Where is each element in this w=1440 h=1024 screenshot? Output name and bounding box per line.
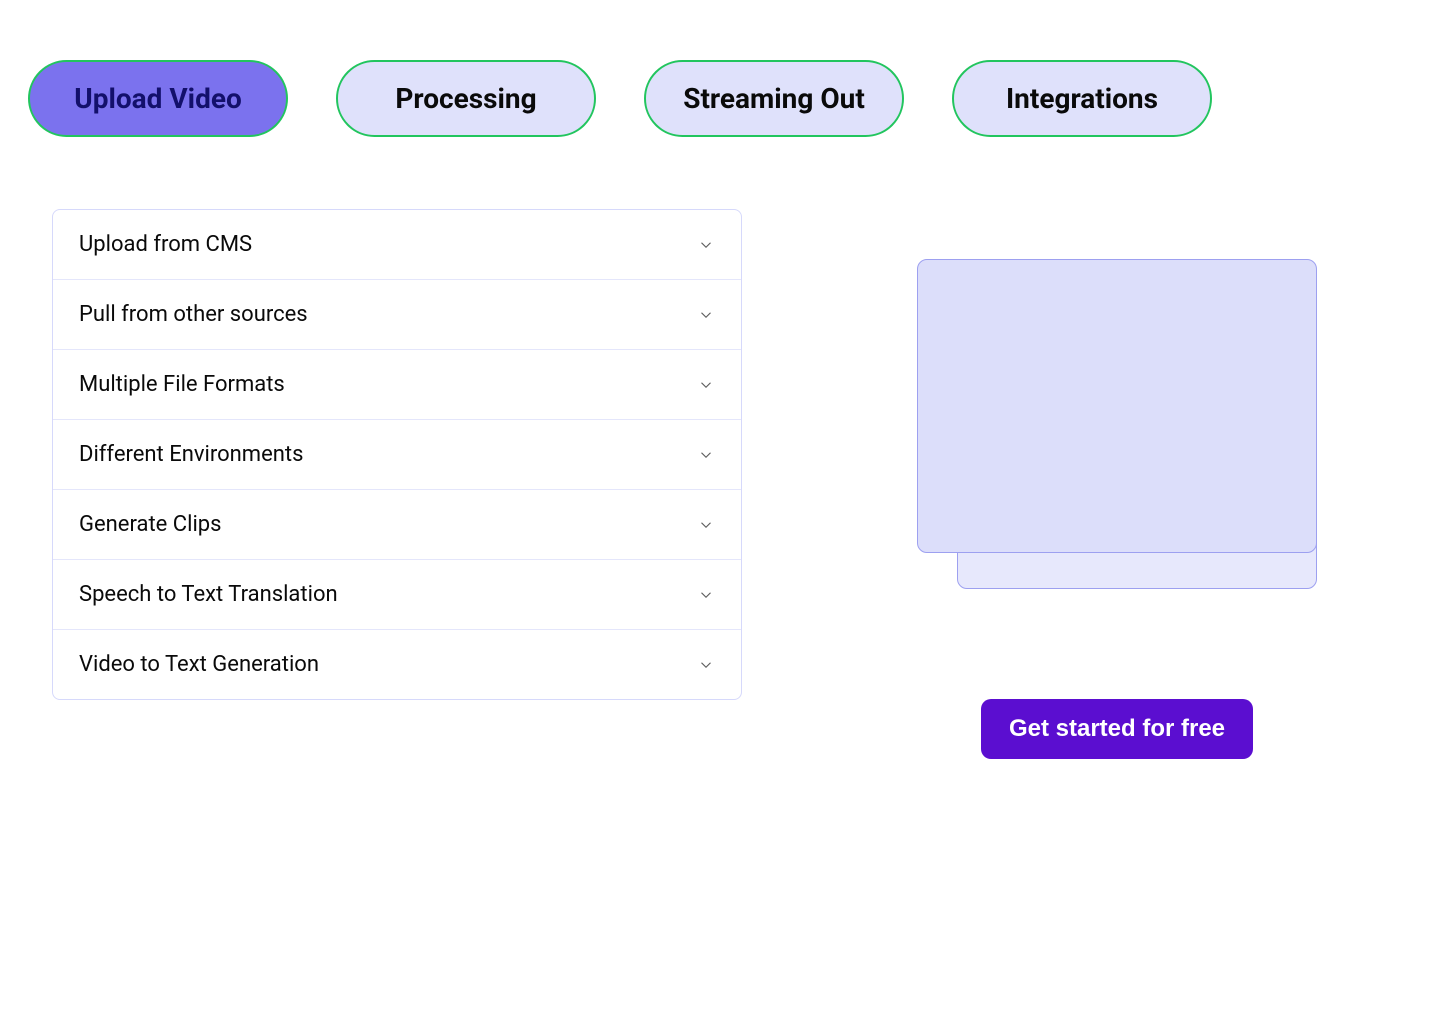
accordion-label: Video to Text Generation — [79, 652, 319, 677]
accordion-item-multiple-file-formats[interactable]: Multiple File Formats — [53, 350, 741, 420]
accordion-label: Different Environments — [79, 442, 303, 467]
get-started-button[interactable]: Get started for free — [981, 699, 1253, 759]
tab-upload-video[interactable]: Upload Video — [28, 60, 288, 137]
chevron-down-icon — [697, 306, 715, 324]
tab-processing[interactable]: Processing — [336, 60, 596, 137]
chevron-down-icon — [697, 446, 715, 464]
accordion-label: Multiple File Formats — [79, 372, 285, 397]
tab-integrations[interactable]: Integrations — [952, 60, 1212, 137]
accordion-label: Speech to Text Translation — [79, 582, 338, 607]
tab-label: Processing — [395, 82, 536, 115]
accordion-label: Upload from CMS — [79, 232, 252, 257]
accordion-label: Pull from other sources — [79, 302, 308, 327]
accordion-label: Generate Clips — [79, 512, 222, 537]
accordion: Upload from CMS Pull from other sources … — [52, 209, 742, 700]
accordion-item-upload-from-cms[interactable]: Upload from CMS — [53, 210, 741, 280]
accordion-item-generate-clips[interactable]: Generate Clips — [53, 490, 741, 560]
accordion-item-speech-to-text-translation[interactable]: Speech to Text Translation — [53, 560, 741, 630]
right-column: Get started for free — [822, 209, 1412, 759]
chevron-down-icon — [697, 376, 715, 394]
card-stack — [917, 259, 1317, 589]
card-front — [917, 259, 1317, 553]
chevron-down-icon — [697, 516, 715, 534]
tab-bar: Upload Video Processing Streaming Out In… — [28, 60, 1412, 137]
accordion-item-pull-from-other-sources[interactable]: Pull from other sources — [53, 280, 741, 350]
tab-streaming-out[interactable]: Streaming Out — [644, 60, 904, 137]
accordion-item-different-environments[interactable]: Different Environments — [53, 420, 741, 490]
cta-label: Get started for free — [1009, 715, 1225, 742]
accordion-item-video-to-text-generation[interactable]: Video to Text Generation — [53, 630, 741, 699]
tab-label: Integrations — [1006, 82, 1158, 115]
chevron-down-icon — [697, 656, 715, 674]
tab-label: Streaming Out — [683, 82, 865, 115]
chevron-down-icon — [697, 586, 715, 604]
tab-label: Upload Video — [74, 82, 242, 115]
chevron-down-icon — [697, 236, 715, 254]
content-area: Upload from CMS Pull from other sources … — [28, 209, 1412, 759]
